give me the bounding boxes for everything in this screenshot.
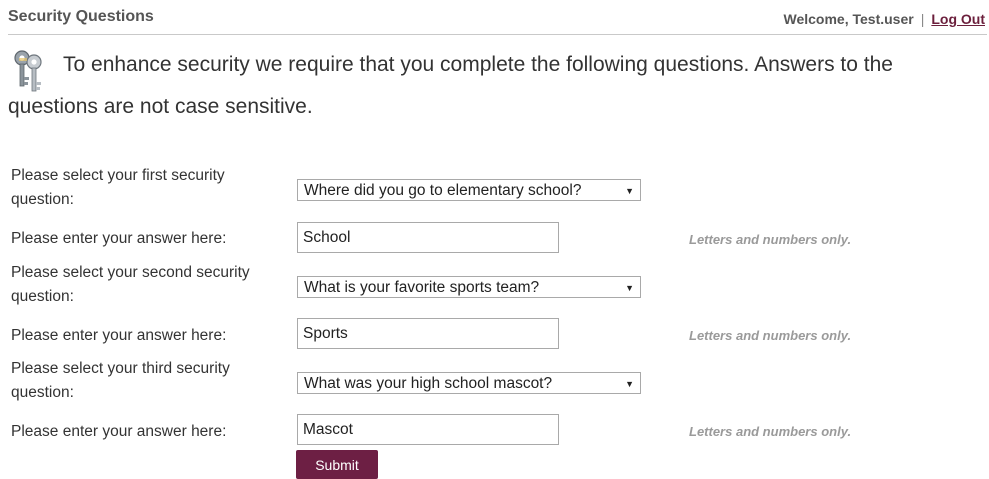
page-title: Security Questions xyxy=(8,8,154,25)
intro-section: To enhance security we require that you … xyxy=(8,44,983,128)
select-label-second: Please select your second security quest… xyxy=(11,264,250,305)
welcome-text: Welcome, Test.user xyxy=(783,11,914,27)
answer-label-first: Please enter your answer here: xyxy=(11,230,227,247)
third-answer-input[interactable]: Mascot xyxy=(297,414,559,445)
select-label-third: Please select your third security questi… xyxy=(11,360,230,401)
first-answer-input[interactable]: School xyxy=(297,222,559,253)
first-answer-hint: Letters and numbers only. xyxy=(689,232,852,247)
second-answer-input[interactable]: Sports xyxy=(297,318,559,349)
third-answer-hint: Letters and numbers only. xyxy=(689,424,852,439)
submit-button[interactable]: Submit xyxy=(296,450,378,479)
page-header: Security Questions Welcome, Test.user | Lo… xyxy=(8,0,987,35)
third-question-selected: What was your high school mascot? xyxy=(304,375,553,392)
user-area: Welcome, Test.user | Log Out xyxy=(784,11,986,27)
chevron-down-icon: ▼ xyxy=(625,186,634,196)
keys-icon xyxy=(14,50,42,92)
intro-text: To enhance security we require that you … xyxy=(8,53,893,118)
second-answer-hint: Letters and numbers only. xyxy=(689,328,852,343)
first-question-select[interactable]: Where did you go to elementary school? ▼ xyxy=(297,179,641,201)
first-question-selected: Where did you go to elementary school? xyxy=(304,182,582,199)
second-question-select[interactable]: What is your favorite sports team? ▼ xyxy=(297,276,641,298)
chevron-down-icon: ▼ xyxy=(625,379,634,389)
answer-label-third: Please enter your answer here: xyxy=(11,423,227,440)
answer-label-second: Please enter your answer here: xyxy=(11,327,227,344)
third-question-select[interactable]: What was your high school mascot? ▼ xyxy=(297,372,641,394)
second-question-selected: What is your favorite sports team? xyxy=(304,279,540,296)
chevron-down-icon: ▼ xyxy=(625,283,634,293)
logout-link[interactable]: Log Out xyxy=(931,11,985,27)
select-label-first: Please select your first security questi… xyxy=(11,167,225,208)
header-separator: | xyxy=(920,11,925,27)
